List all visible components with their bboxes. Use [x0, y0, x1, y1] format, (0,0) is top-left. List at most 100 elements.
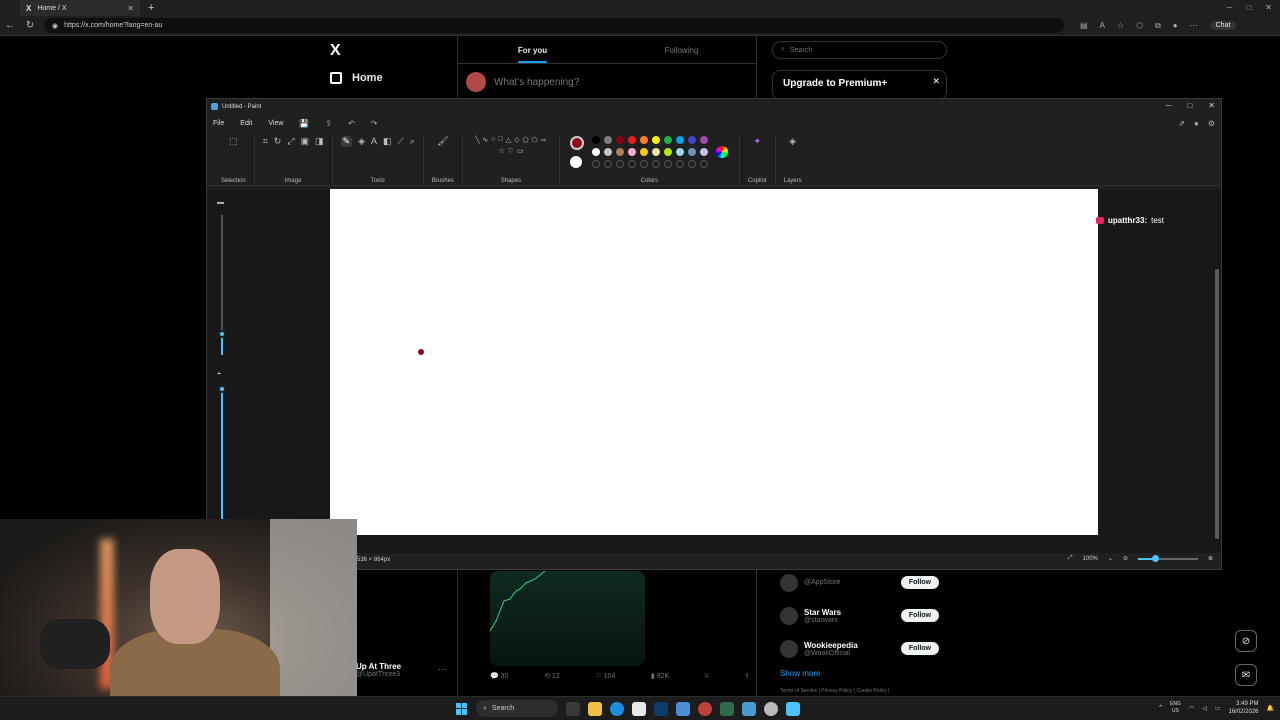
collections-icon[interactable]: ⧉: [1155, 21, 1161, 31]
close-icon[interactable]: ✕: [1208, 101, 1215, 110]
close-icon[interactable]: ✕: [932, 76, 940, 87]
file-explorer-icon[interactable]: [588, 701, 602, 716]
color-swatch[interactable]: [640, 148, 649, 156]
app-icon[interactable]: [698, 701, 712, 716]
secondary-color-swatch[interactable]: [570, 156, 583, 168]
share-icon[interactable]: ⇪: [744, 672, 750, 680]
color-swatch[interactable]: [592, 148, 601, 156]
zoom-out-icon[interactable]: ⊖: [1123, 555, 1128, 562]
search-input[interactable]: ⌕ Search: [772, 41, 947, 59]
flip-icon[interactable]: ◨: [315, 136, 324, 147]
views-button[interactable]: ▮ 92K: [651, 672, 669, 680]
share-icon[interactable]: ⇗: [1178, 119, 1185, 128]
fill-icon[interactable]: ◈: [358, 136, 365, 147]
arrow-shape-icon[interactable]: ⇨: [541, 136, 547, 144]
menu-edit[interactable]: Edit: [240, 120, 252, 127]
notepad-icon[interactable]: [742, 701, 756, 716]
color-swatch[interactable]: [604, 148, 613, 156]
store-icon[interactable]: [632, 701, 646, 716]
bookmark-icon[interactable]: ⌑: [705, 672, 709, 680]
repost-button[interactable]: ⟲ 12: [544, 672, 560, 680]
edge-icon[interactable]: [610, 701, 624, 716]
minimize-icon[interactable]: ─: [1227, 3, 1233, 12]
language-indicator[interactable]: ENG US: [1170, 701, 1181, 715]
oval-shape-icon[interactable]: ○: [491, 136, 495, 144]
custom-color-slot[interactable]: [640, 160, 649, 168]
follow-button[interactable]: Follow: [900, 609, 939, 622]
custom-color-slot[interactable]: [676, 160, 685, 168]
follow-button[interactable]: Follow: [900, 576, 939, 589]
account-icon[interactable]: ●: [1194, 119, 1199, 128]
close-window-icon[interactable]: ✕: [1265, 3, 1272, 12]
color-swatch[interactable]: [628, 136, 637, 144]
custom-color-slot[interactable]: [616, 160, 625, 168]
chevron-down-icon[interactable]: ⌄: [1108, 555, 1113, 562]
zoom-slider[interactable]: [1137, 554, 1198, 562]
eraser-icon[interactable]: ◧: [383, 136, 392, 147]
color-swatch[interactable]: [676, 136, 685, 144]
app-icon[interactable]: [720, 701, 734, 716]
start-button[interactable]: [456, 702, 468, 715]
minimize-icon[interactable]: ─: [1166, 101, 1172, 110]
color-swatch[interactable]: [700, 136, 709, 144]
rotate-icon[interactable]: ↻: [274, 136, 282, 147]
custom-color-slot[interactable]: [604, 160, 613, 168]
back-icon[interactable]: ←: [0, 20, 20, 31]
notifications-icon[interactable]: 🔔: [1267, 705, 1274, 712]
tab-following[interactable]: Following: [607, 36, 756, 63]
color-swatch[interactable]: [604, 136, 613, 144]
menu-file[interactable]: File: [213, 120, 224, 127]
heart-shape-icon[interactable]: ♡: [508, 147, 514, 155]
site-info-icon[interactable]: ◉: [52, 22, 58, 30]
image-icon[interactable]: ▣: [301, 136, 310, 147]
reply-button[interactable]: 💬 30: [490, 672, 508, 680]
rect-shape-icon[interactable]: □: [499, 136, 503, 144]
color-swatch[interactable]: [616, 148, 625, 156]
star-shape-icon[interactable]: ☆: [498, 147, 504, 155]
pentagon-shape-icon[interactable]: ⬠: [523, 136, 529, 144]
tweet-chart-image[interactable]: [490, 571, 645, 666]
volume-icon[interactable]: ◁: [1202, 705, 1207, 712]
follow-button[interactable]: Follow: [900, 642, 939, 655]
close-tab-icon[interactable]: ✕: [127, 4, 134, 13]
taskbar-search[interactable]: ⌕ Search: [476, 700, 558, 717]
color-swatch[interactable]: [652, 136, 661, 144]
color-swatch[interactable]: [664, 148, 673, 156]
tweet-author[interactable]: Up At Three @UpatThree3: [356, 662, 401, 678]
menu-view[interactable]: View: [268, 120, 283, 127]
zoom-slider-thumb[interactable]: [1151, 554, 1159, 562]
extensions-icon[interactable]: ⬡: [1136, 21, 1143, 30]
task-view-icon[interactable]: [566, 701, 580, 716]
text-icon[interactable]: A: [371, 136, 377, 147]
reader-icon[interactable]: ▤: [1080, 21, 1088, 30]
list-item[interactable]: Star Wars @starwars Follow: [772, 599, 947, 632]
undo-icon[interactable]: ↶: [348, 119, 355, 128]
magnifier-icon[interactable]: ⌕: [410, 136, 415, 147]
x-brand-logo[interactable]: X: [330, 42, 341, 60]
drawing-canvas[interactable]: [330, 189, 1098, 535]
url-field[interactable]: ◉ https://x.com/home?lang=en-au: [44, 18, 1064, 33]
opacity-slider-fill[interactable]: [221, 389, 223, 529]
color-swatch[interactable]: [628, 148, 637, 156]
color-swatch[interactable]: [688, 136, 697, 144]
wifi-icon[interactable]: ◠: [1189, 705, 1194, 712]
settings-icon[interactable]: ⚙: [1208, 119, 1215, 128]
color-swatch[interactable]: [592, 136, 601, 144]
paint-taskbar-icon[interactable]: [786, 701, 800, 716]
photos-icon[interactable]: [676, 701, 690, 716]
copilot-icon[interactable]: ✦: [753, 136, 761, 147]
browser-tab-home[interactable]: X Home / X ✕: [20, 0, 140, 16]
diamond-shape-icon[interactable]: ◇: [514, 136, 519, 144]
custom-color-slot[interactable]: [628, 160, 637, 168]
copilot-chat-button[interactable]: Chat: [1209, 21, 1237, 30]
custom-color-slot[interactable]: [688, 160, 697, 168]
more-options-icon[interactable]: ⋯: [438, 664, 447, 675]
footer-links[interactable]: Terms of Service | Privacy Policy | Cook…: [780, 688, 889, 694]
favorite-icon[interactable]: ☆: [1117, 21, 1124, 30]
pencil-icon[interactable]: ✎: [340, 136, 353, 147]
battery-icon[interactable]: ▭: [1215, 705, 1221, 712]
hexagon-shape-icon[interactable]: ⬡: [532, 136, 538, 144]
triangle-shape-icon[interactable]: △: [506, 136, 511, 144]
custom-color-slot[interactable]: [652, 160, 661, 168]
maximize-icon[interactable]: □: [1246, 3, 1251, 12]
